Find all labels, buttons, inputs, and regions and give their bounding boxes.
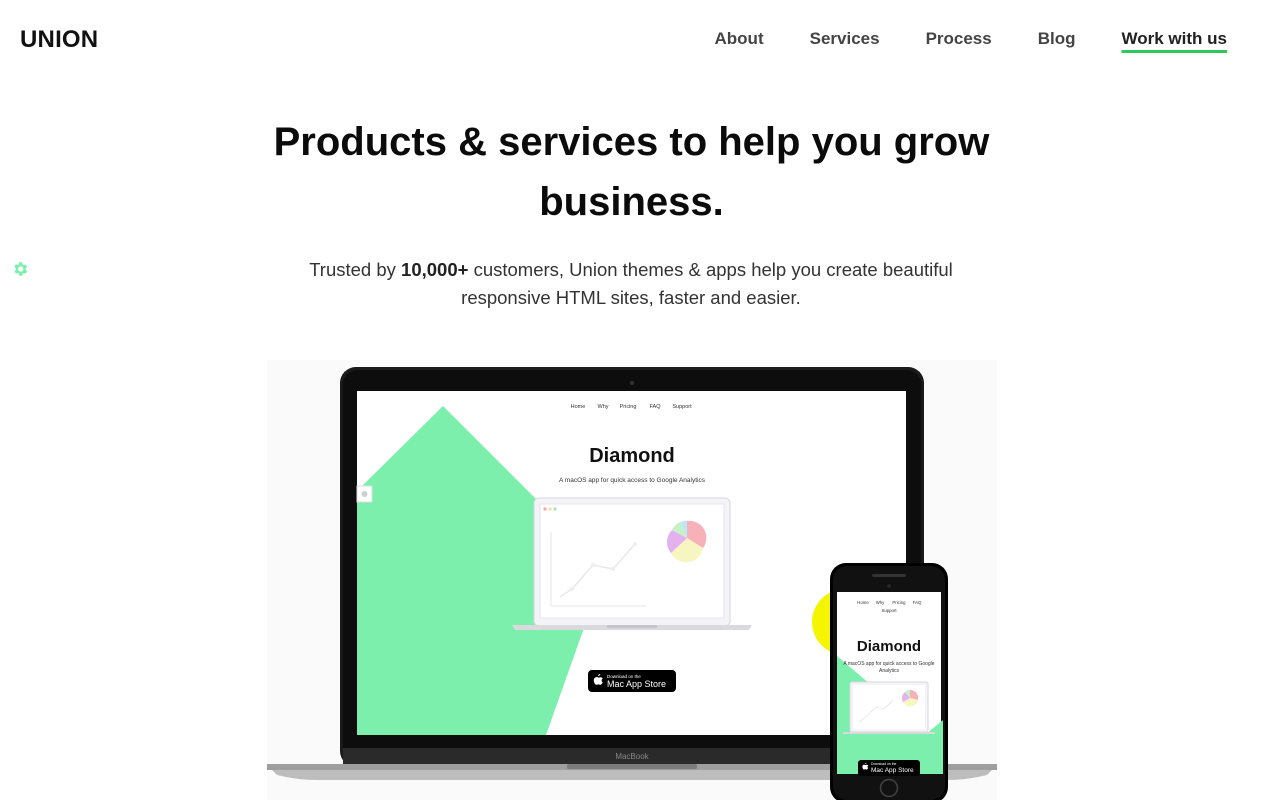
nav-process-link[interactable]: Process [926, 30, 992, 48]
phone-inner-laptop-illustration [843, 681, 935, 734]
phone-screen-tagline-1: A macOS app for quick access to Google [843, 661, 934, 667]
laptop-nav-pricing: Pricing [620, 404, 637, 410]
hero-title-line-1: Products & services to help you grow [273, 120, 990, 164]
laptop-nav-support: Support [672, 404, 692, 410]
laptop-nav-why: Why [598, 404, 609, 410]
hero-subtitle-line-2: responsive HTML sites, faster and easier… [461, 287, 801, 308]
laptop-app-store-button: Download on the Mac App Store [588, 670, 676, 692]
nav-work-with-us-link[interactable]: Work with us [1122, 30, 1227, 48]
phone-nav-why: Why [876, 600, 885, 605]
phone-nav-pricing: Pricing [892, 600, 906, 605]
laptop-brand-label: MacBook [615, 752, 649, 761]
hero-subtitle-count: 10,000+ [401, 259, 469, 280]
nav-blog-link[interactable]: Blog [1038, 30, 1076, 48]
phone-nav-home: Home [857, 600, 869, 605]
hero-subtitle-post: customers, Union themes & apps help you … [468, 259, 953, 280]
laptop-store-big-text: Mac App Store [607, 679, 666, 689]
nav-services-link[interactable]: Services [810, 30, 880, 48]
hero-subtitle-pre: Trusted by [309, 259, 402, 280]
hero-title: Products & services to help you grow bus… [0, 112, 1263, 232]
phone-screen-tagline-2: Analytics [879, 668, 900, 674]
phone-nav-faq: FAQ [913, 600, 922, 605]
hero-subtitle: Trusted by 10,000+ customers, Union them… [281, 256, 981, 312]
phone-store-big-text: Mac App Store [871, 767, 914, 774]
phone-screen-title: Diamond [857, 638, 921, 655]
phone-store-small-text: Download on the [871, 762, 897, 766]
gear-icon[interactable] [11, 260, 29, 278]
inner-laptop-illustration [512, 497, 752, 630]
nav-about-link[interactable]: About [715, 30, 764, 48]
laptop-nav-home: Home [571, 404, 586, 410]
main-nav: About Services Process Blog Work with us [669, 30, 1227, 48]
brand-logo[interactable]: UNION [20, 26, 98, 54]
laptop-screen-tagline: A macOS app for quick access to Google A… [559, 477, 706, 484]
phone-nav-support: Support [881, 608, 897, 613]
laptop-screen-title: Diamond [589, 445, 675, 467]
hero-title-line-2: business. [539, 180, 724, 224]
product-showcase-image: MacBook Home Why Pricing FAQ Support Dia… [267, 360, 997, 800]
laptop-nav-faq: FAQ [649, 404, 661, 410]
phone-app-store-button: Download on the Mac App Store [858, 760, 920, 776]
top-navigation: UNION About Services Process Blog Work w… [0, 0, 1263, 78]
